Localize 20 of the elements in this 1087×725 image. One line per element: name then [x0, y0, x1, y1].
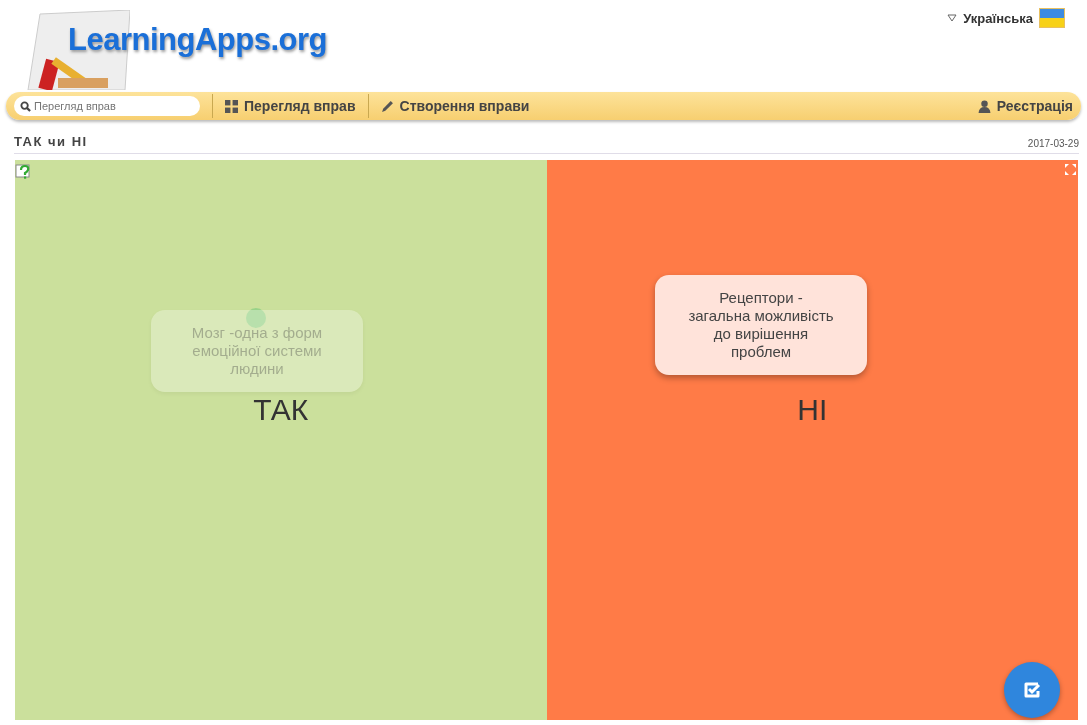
- dropdown-triangle-icon: [947, 14, 958, 22]
- checkbox-icon: [1022, 680, 1042, 700]
- exercise-title: ТАК чи НІ: [14, 134, 88, 149]
- search-field[interactable]: Перегляд вправ: [14, 96, 200, 116]
- grid-icon: [225, 99, 238, 113]
- nav-link[interactable]: Створення вправи: [380, 98, 530, 114]
- fullscreen-icon[interactable]: [1065, 164, 1076, 175]
- zone-label: ТАК: [253, 393, 309, 427]
- nav-link[interactable]: Перегляд вправ: [225, 98, 356, 114]
- answer-card[interactable]: Рецептори - загальна можливість до вирішення проблем: [655, 275, 867, 375]
- pencil-icon: [380, 99, 394, 113]
- exercise-date: 2017-03-29: [1027, 138, 1079, 149]
- help-icon[interactable]: [15, 162, 33, 180]
- search-icon: [20, 101, 31, 112]
- register-link[interactable]: Реєстрація: [977, 98, 1073, 114]
- user-icon: [977, 99, 991, 113]
- zone-label: НІ: [797, 393, 828, 427]
- flag-icon: [1039, 8, 1065, 28]
- site-logo[interactable]: LearningApps.org: [68, 22, 327, 58]
- language-selector[interactable]: Українська: [963, 10, 1033, 26]
